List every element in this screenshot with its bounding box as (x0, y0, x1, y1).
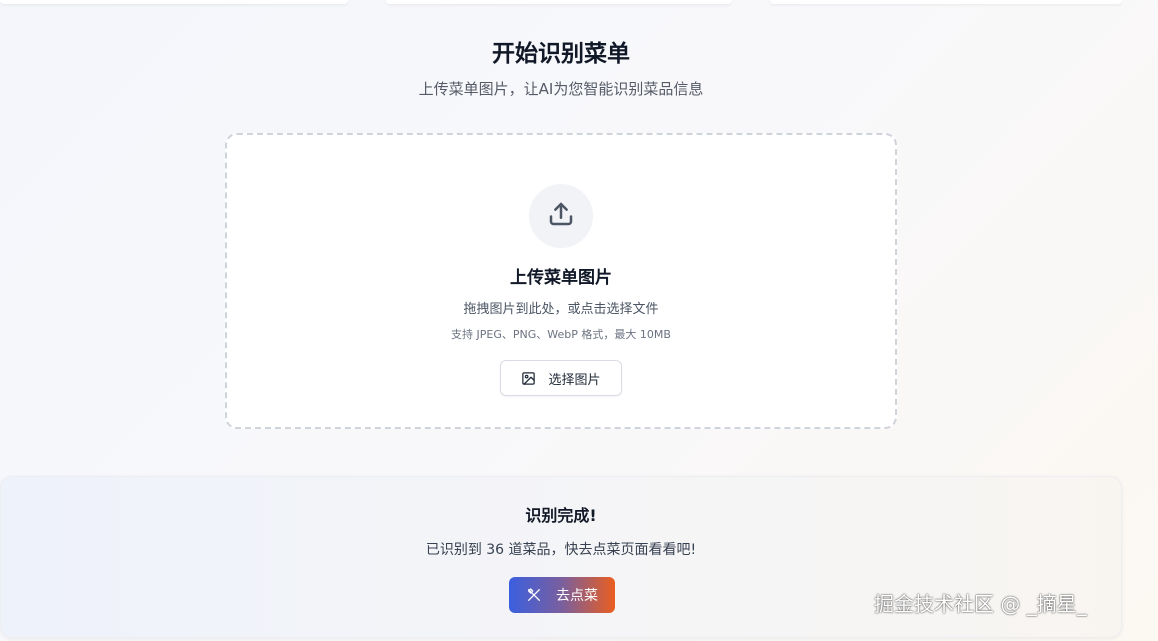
go-order-label: 去点菜 (556, 588, 598, 604)
top-tab-strip (0, 0, 1158, 6)
go-order-button[interactable]: 去点菜 (509, 577, 615, 613)
select-image-button[interactable]: 选择图片 (500, 360, 622, 396)
page-title: 开始识别菜单 (492, 41, 630, 67)
page-subtitle: 上传菜单图片，让AI为您智能识别菜品信息 (418, 80, 704, 98)
top-tab-1[interactable] (0, 0, 348, 4)
utensils-icon (526, 587, 542, 603)
top-tab-3[interactable] (770, 0, 1122, 4)
watermark-text: 掘金技术社区 @ _摘星_ (874, 592, 1087, 616)
top-tab-2[interactable] (386, 0, 732, 4)
result-title: 识别完成! (525, 506, 597, 525)
result-description: 已识别到 36 道菜品，快去点菜页面看看吧! (425, 542, 697, 558)
select-image-label: 选择图片 (548, 372, 601, 388)
upload-dropzone[interactable]: 上传菜单图片 拖拽图片到此处，或点击选择文件 支持 JPEG、PNG、WebP … (225, 133, 897, 429)
upload-description: 拖拽图片到此处，或点击选择文件 (463, 302, 659, 317)
upload-icon (546, 199, 576, 233)
upload-format-hint: 支持 JPEG、PNG、WebP 格式，最大 10MB (451, 328, 671, 341)
upload-icon-container (529, 184, 593, 248)
image-icon (521, 371, 536, 386)
upload-title: 上传菜单图片 (510, 268, 612, 288)
